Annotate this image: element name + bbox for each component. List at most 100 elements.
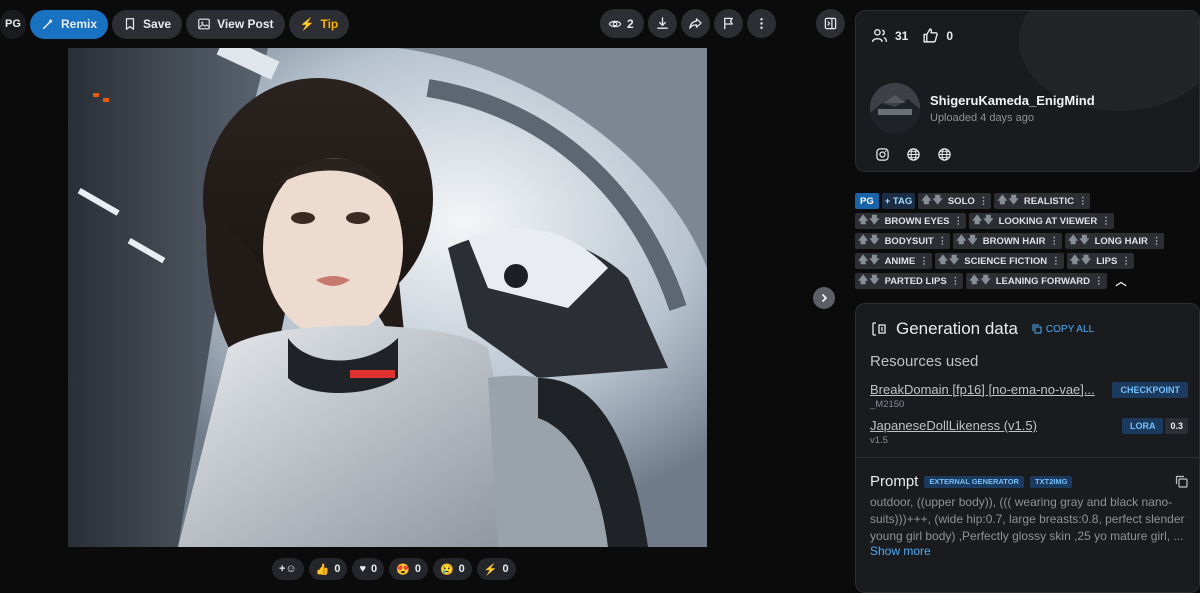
show-more-link[interactable]: Show more [870,544,931,558]
tag-chip[interactable]: 🡅🡇 ANIME ⋮ [855,253,932,269]
share-button[interactable] [681,9,710,38]
vote-arrows-icon[interactable]: 🡅🡇 [858,233,881,250]
tag-chip[interactable]: 🡅🡇 LEANING FORWARD ⋮ [966,273,1107,290]
tag-chip[interactable]: 🡅🡇 LONG HAIR ⋮ [1065,233,1165,250]
rating-badge: PG [0,9,26,39]
reaction-bolt[interactable]: ⚡ 0 [476,558,516,580]
tag-chip[interactable]: 🡅🡇 SOLO ⋮ [918,193,992,210]
add-reaction-icon: +☺ [279,563,297,575]
sidebar-icon [824,17,837,30]
more-vertical-icon[interactable]: ⋮ [1094,276,1104,287]
more-vertical-icon[interactable]: ⋮ [1101,216,1111,227]
add-reaction-button[interactable]: +☺ [272,558,304,580]
bolt-icon: ⚡ [299,17,315,31]
tip-button[interactable]: ⚡ Tip [288,9,350,39]
rating-label: PG [5,18,21,30]
vote-arrows-icon[interactable]: 🡅🡇 [1068,233,1091,250]
avatar[interactable] [870,83,920,133]
resource-type-badge: CHECKPOINT [1112,382,1188,398]
users-icon [871,28,888,43]
tag-chip[interactable]: 🡅🡇 PARTED LIPS ⋮ [855,273,964,290]
add-tag-button[interactable]: + TAG [881,193,916,209]
resource-type-label: LORA [1121,418,1164,434]
likes-count: 0 [946,28,954,43]
tag-label: LONG HAIR [1094,235,1148,247]
more-vertical-icon[interactable]: ⋮ [938,236,948,247]
tag-chip[interactable]: 🡅🡇 BODYSUIT ⋮ [855,233,951,250]
vote-arrows-icon[interactable]: 🡅🡇 [956,233,979,250]
cry-icon: 😢 [439,563,454,576]
resource-item: BreakDomain [fp16] [no-ema-no-vae]... _M… [870,382,1188,410]
tag-row: 🡅🡇 PARTED LIPS ⋮ 🡅🡇 LEANING FORWARD ⋮ ︿ [855,273,1200,289]
tag-row: PG + TAG 🡅🡇 SOLO ⋮ 🡅🡇 REALISTIC ⋮ [855,193,1200,209]
more-vertical-icon[interactable]: ⋮ [1050,236,1060,247]
vote-arrows-icon[interactable]: 🡅🡇 [997,193,1020,210]
toggle-sidebar-button[interactable] [816,9,845,38]
thumbs-up-icon [923,28,939,43]
resource-weight: 0.3 [1165,418,1188,434]
creator-name[interactable]: ShigeruKameda_EnigMind [930,93,1095,108]
tip-label: Tip [320,17,339,31]
vote-arrows-icon[interactable]: 🡅🡇 [969,273,992,290]
image-illustration [68,48,707,547]
generator-chip: EXTERNAL GENERATOR [924,475,1024,488]
vote-arrows-icon[interactable]: 🡅🡇 [858,213,881,230]
more-vertical-icon[interactable]: ⋮ [979,196,989,207]
generation-header: Generation data COPY ALL [870,319,1094,339]
heart-icon: ♥ [359,563,367,575]
more-vertical-icon[interactable]: ⋮ [919,256,929,267]
more-vertical-icon[interactable]: ⋮ [1051,256,1061,267]
tag-row: 🡅🡇 ANIME ⋮ 🡅🡇 SCIENCE FICTION ⋮ 🡅🡇 LIPS ⋮ [855,253,1200,269]
creator-profile[interactable]: ShigeruKameda_EnigMind Uploaded 4 days a… [870,83,1095,133]
remix-label: Remix [61,17,98,31]
globe-icon[interactable] [937,147,952,162]
resources-title: Resources used [870,353,979,370]
save-button[interactable]: Save [112,9,183,39]
tag-chip[interactable]: 🡅🡇 LOOKING AT VIEWER ⋮ [969,213,1114,229]
vote-arrows-icon[interactable]: 🡅🡇 [921,193,944,210]
tag-chip[interactable]: 🡅🡇 SCIENCE FICTION ⋮ [934,253,1064,270]
rating-tag-label: PG [860,195,874,207]
more-button[interactable] [747,9,776,38]
details-panel: 31 0 ShigeruKameda_EnigMind Uploaded 4 d… [855,0,1200,593]
view-post-label: View Post [217,17,274,31]
copy-all-button[interactable]: COPY ALL [1032,324,1094,335]
more-vertical-icon[interactable]: ⋮ [1078,196,1088,207]
views-counter[interactable]: 2 [600,9,644,38]
view-post-button[interactable]: View Post [186,9,285,39]
rating-tag: PG [855,193,879,209]
vote-arrows-icon[interactable]: 🡅🡇 [858,253,881,270]
report-button[interactable] [714,9,743,38]
collapse-tags-icon[interactable]: ︿ [1116,273,1127,289]
next-image-button[interactable] [813,287,835,309]
likes-stat[interactable]: 0 [922,27,953,44]
instagram-icon[interactable] [875,147,890,162]
reaction-thumbs-up[interactable]: 👍 0 [308,558,348,580]
reaction-heart[interactable]: ♥ 0 [352,558,385,580]
avatar-image [870,83,920,133]
bookmark-icon [125,18,135,30]
reaction-cry[interactable]: 😢 0 [432,558,472,580]
download-button[interactable] [648,9,677,38]
more-vertical-icon[interactable]: ⋮ [1121,256,1131,267]
tag-chip[interactable]: 🡅🡇 BROWN HAIR ⋮ [953,233,1063,250]
tag-chip[interactable]: 🡅🡇 LIPS ⋮ [1066,253,1134,270]
tag-chip[interactable]: 🡅🡇 BROWN EYES ⋮ [855,213,966,229]
copy-icon[interactable] [1175,475,1188,488]
followers-stat[interactable]: 31 [871,27,908,44]
reaction-heart-eyes[interactable]: 😍 0 [389,558,428,580]
globe-icon[interactable] [906,147,921,162]
vote-arrows-icon[interactable]: 🡅🡇 [938,253,961,270]
more-vertical-icon[interactable]: ⋮ [1152,236,1162,247]
more-vertical-icon[interactable]: ⋮ [954,216,964,227]
flag-icon [724,17,733,30]
tag-chip[interactable]: 🡅🡇 REALISTIC ⋮ [994,193,1091,210]
vote-arrows-icon[interactable]: 🡅🡇 [858,273,881,290]
remix-button[interactable]: Remix [30,9,109,39]
tag-label: BROWN HAIR [982,235,1046,247]
vote-arrows-icon[interactable]: 🡅🡇 [972,213,995,230]
image-actions: 2 [600,9,776,38]
more-vertical-icon[interactable]: ⋮ [951,276,961,287]
vote-arrows-icon[interactable]: 🡅🡇 [1070,253,1093,270]
generated-image [68,48,707,547]
